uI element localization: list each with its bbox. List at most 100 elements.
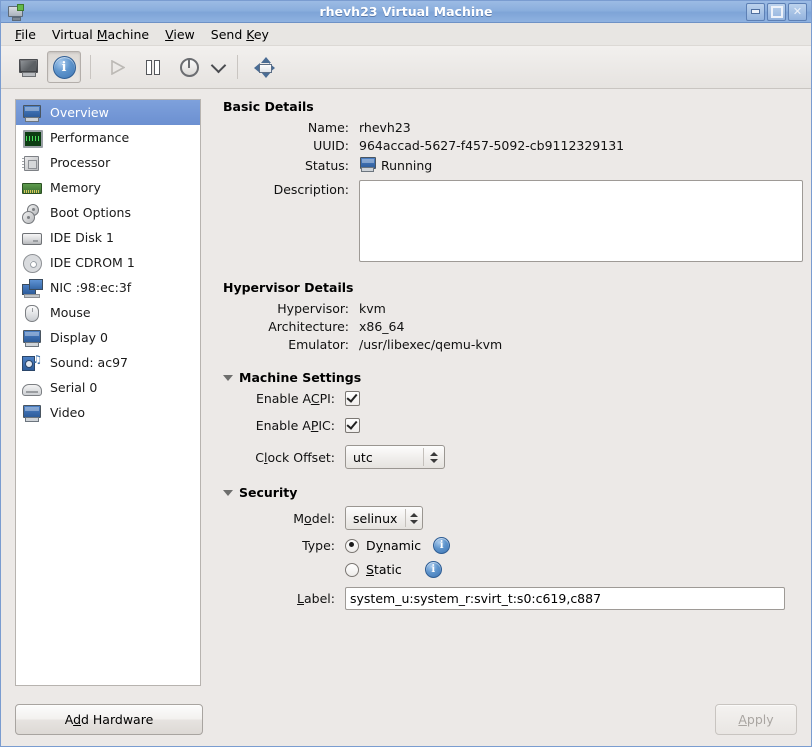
sidebar-item-video[interactable]: Video bbox=[16, 400, 200, 425]
play-icon bbox=[111, 60, 124, 74]
name-row: Name: rhevh23 bbox=[237, 120, 803, 135]
clock-offset-select[interactable]: utc bbox=[345, 445, 445, 469]
acpi-label: Enable ACPI: bbox=[223, 391, 345, 406]
close-button[interactable]: ✕ bbox=[788, 3, 807, 21]
menu-virtual-machine[interactable]: Virtual Machine bbox=[44, 25, 157, 44]
emulator-row: Emulator: /usr/libexec/qemu-kvm bbox=[237, 337, 803, 352]
title-bar: rhevh23 Virtual Machine ✕ bbox=[1, 1, 811, 23]
pause-icon bbox=[146, 60, 160, 75]
cpu-chip-icon bbox=[22, 154, 42, 172]
info-icon[interactable]: i bbox=[433, 537, 450, 554]
run-button[interactable] bbox=[100, 51, 134, 83]
shutdown-menu-button[interactable] bbox=[208, 52, 228, 82]
uuid-label: UUID: bbox=[237, 138, 359, 153]
monitor-icon bbox=[22, 104, 42, 122]
acpi-checkbox[interactable] bbox=[345, 391, 360, 406]
video-card-icon bbox=[22, 404, 42, 422]
description-row: Description: bbox=[237, 180, 803, 262]
type-dynamic-radio[interactable] bbox=[345, 539, 359, 553]
apic-checkbox[interactable] bbox=[345, 418, 360, 433]
sidebar-item-mouse[interactable]: Mouse bbox=[16, 300, 200, 325]
hypervisor-value: kvm bbox=[359, 301, 386, 316]
security-model-select[interactable]: selinux bbox=[345, 506, 423, 530]
add-hardware-button[interactable]: Add Hardware bbox=[15, 704, 203, 735]
clock-offset-value: utc bbox=[346, 450, 423, 465]
sidebar-item-boot-options[interactable]: Boot Options bbox=[16, 200, 200, 225]
label-row: Label: system_u:system_r:svirt_t:s0:c619… bbox=[223, 587, 803, 610]
show-details-button[interactable]: i bbox=[47, 51, 81, 83]
hypervisor-label: Hypervisor: bbox=[237, 301, 359, 316]
sound-card-icon: ♫ bbox=[22, 354, 42, 372]
triangle-down-icon bbox=[223, 490, 233, 496]
security-heading: Security bbox=[239, 485, 297, 500]
architecture-label: Architecture: bbox=[237, 319, 359, 334]
basic-details-heading: Basic Details bbox=[223, 99, 803, 114]
hypervisor-details-block: Hypervisor: kvm Architecture: x86_64 Emu… bbox=[223, 301, 803, 352]
model-label: Model: bbox=[223, 511, 345, 526]
type-static-label: Static bbox=[366, 562, 402, 577]
virtual-machine-window: rhevh23 Virtual Machine ✕ File Virtual M… bbox=[0, 0, 812, 747]
apic-row: Enable APIC: bbox=[223, 418, 803, 433]
model-row: Model: selinux bbox=[223, 506, 803, 530]
architecture-row: Architecture: x86_64 bbox=[237, 319, 803, 334]
show-console-button[interactable] bbox=[11, 51, 45, 83]
hypervisor-details-heading: Hypervisor Details bbox=[223, 280, 803, 295]
sidebar-item-label: IDE CDROM 1 bbox=[50, 255, 135, 270]
sidebar-item-memory[interactable]: Memory bbox=[16, 175, 200, 200]
performance-graph-icon bbox=[22, 129, 42, 147]
monitor-icon bbox=[18, 59, 38, 76]
sidebar-item-nic[interactable]: NIC :98:ec:3f bbox=[16, 275, 200, 300]
machine-settings-expander[interactable]: Machine Settings bbox=[223, 370, 803, 385]
details-panel: Basic Details Name: rhevh23 UUID: 964acc… bbox=[211, 99, 803, 692]
status-label: Status: bbox=[237, 158, 359, 173]
pause-button[interactable] bbox=[136, 51, 170, 83]
sidebar-item-overview[interactable]: Overview bbox=[16, 100, 200, 125]
sidebar-item-sound[interactable]: ♫ Sound: ac97 bbox=[16, 350, 200, 375]
add-hardware-label: Add Hardware bbox=[65, 712, 154, 727]
machine-settings-block: Enable ACPI: Enable APIC: Clock Offset: … bbox=[223, 391, 803, 469]
sidebar-item-label: Mouse bbox=[50, 305, 91, 320]
name-value: rhevh23 bbox=[359, 120, 411, 135]
footer-bar: Add Hardware Apply bbox=[1, 692, 811, 746]
hypervisor-row: Hypervisor: kvm bbox=[237, 301, 803, 316]
info-icon[interactable]: i bbox=[425, 561, 442, 578]
maximize-button[interactable] bbox=[767, 3, 786, 21]
shutdown-button[interactable] bbox=[172, 51, 206, 83]
apic-label: Enable APIC: bbox=[223, 418, 345, 433]
menu-view[interactable]: View bbox=[157, 25, 203, 44]
window-monitor-icon bbox=[6, 4, 24, 20]
sidebar-item-label: NIC :98:ec:3f bbox=[50, 280, 131, 295]
apply-button[interactable]: Apply bbox=[715, 704, 797, 735]
minimize-button[interactable] bbox=[746, 3, 765, 21]
fullscreen-button[interactable] bbox=[247, 51, 281, 83]
sidebar-item-performance[interactable]: Performance bbox=[16, 125, 200, 150]
security-model-value: selinux bbox=[346, 511, 405, 526]
type-label: Type: bbox=[223, 538, 345, 553]
type-dynamic-label: Dynamic bbox=[366, 538, 421, 553]
display-icon bbox=[22, 329, 42, 347]
sidebar-item-ide-cdrom-1[interactable]: IDE CDROM 1 bbox=[16, 250, 200, 275]
sidebar-item-serial-0[interactable]: Serial 0 bbox=[16, 375, 200, 400]
sidebar-item-display-0[interactable]: Display 0 bbox=[16, 325, 200, 350]
menu-send-key[interactable]: Send Key bbox=[203, 25, 277, 44]
sidebar-item-label: Overview bbox=[50, 105, 109, 120]
security-label-input[interactable]: system_u:system_r:svirt_t:s0:c619,c887 bbox=[345, 587, 785, 610]
sidebar-item-label: Performance bbox=[50, 130, 129, 145]
toolbar-separator-2 bbox=[237, 55, 238, 79]
hardware-list[interactable]: Overview Performance Processor Memory Bo… bbox=[15, 99, 201, 686]
menu-file[interactable]: File bbox=[7, 25, 44, 44]
type-static-radio[interactable] bbox=[345, 563, 359, 577]
description-label: Description: bbox=[237, 180, 359, 197]
name-label: Name: bbox=[237, 120, 359, 135]
mouse-icon bbox=[22, 304, 42, 322]
chevron-down-icon bbox=[210, 57, 226, 73]
sidebar-item-label: Processor bbox=[50, 155, 110, 170]
type-static-row: Static i bbox=[223, 561, 803, 578]
spin-arrows-icon bbox=[424, 452, 444, 463]
status-row: Status: Running bbox=[237, 156, 803, 174]
toolbar: i bbox=[1, 46, 811, 89]
sidebar-item-processor[interactable]: Processor bbox=[16, 150, 200, 175]
sidebar-item-ide-disk-1[interactable]: IDE Disk 1 bbox=[16, 225, 200, 250]
security-expander[interactable]: Security bbox=[223, 485, 803, 500]
description-input[interactable] bbox=[359, 180, 803, 262]
